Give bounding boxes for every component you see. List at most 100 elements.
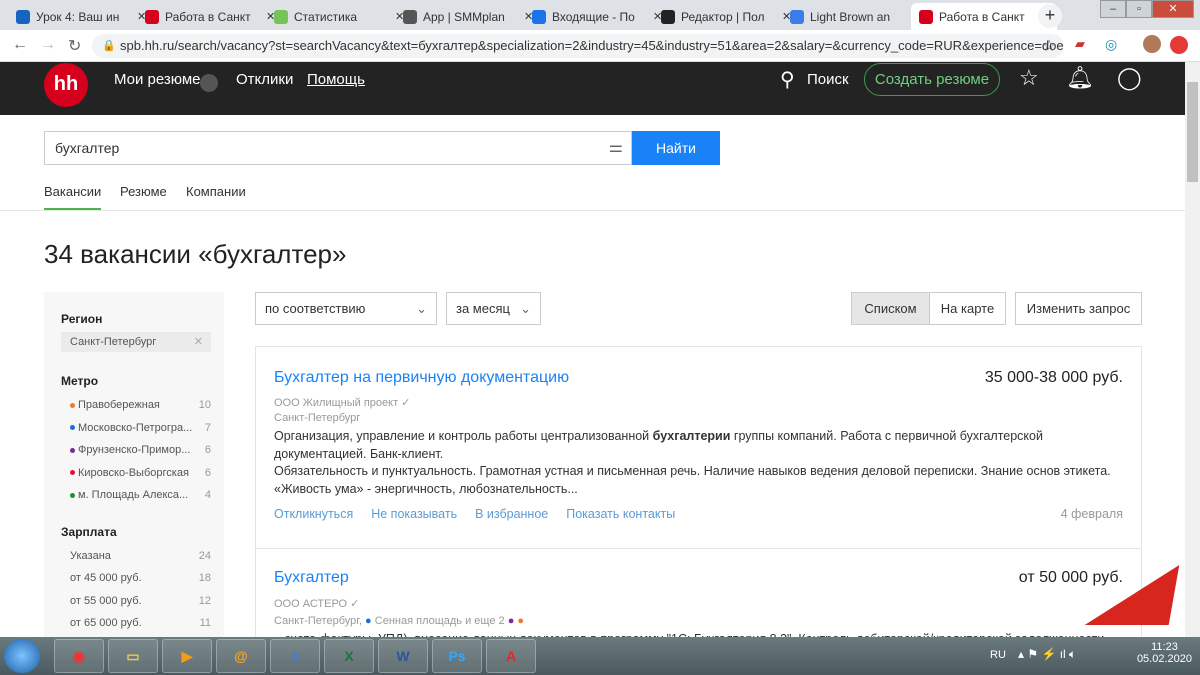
minimize-button[interactable]: – [1100,0,1126,18]
clock[interactable]: 11:23 05.02.2020 [1137,641,1192,665]
profile-icon[interactable]: ◯ [1117,65,1142,91]
company-text: ООО АСТЕРО [274,598,348,610]
language-indicator[interactable]: RU [990,649,1006,661]
chrome-taskbar-icon[interactable]: ◉ [54,639,104,673]
browser-tab[interactable]: Редактор | Пол ✕ [653,3,799,30]
bookmark-star-icon[interactable]: ☆ [1042,36,1056,56]
tab-title: Урок 4: Ваш ин [36,9,120,24]
tray-icons[interactable]: ▴ ⚑ ⚡ ıl 🔈︎ [1018,647,1076,662]
vacancy-title[interactable]: Бухгалтер на первичную документацию [274,369,569,387]
back-icon[interactable]: ← [12,36,28,54]
chevron-down-icon: ⌄ [416,301,427,316]
favicon-icon [919,9,933,24]
tab-title: Light Brown an [810,9,891,24]
hide-link[interactable]: Не показывать [371,507,457,521]
page-title: 34 вакансии «бухгалтер» [44,239,347,269]
reload-icon[interactable]: ↻ [68,36,81,56]
excel-taskbar-icon[interactable]: X [324,639,374,673]
metro-line-dot [70,470,75,476]
metro-filter-item[interactable]: Кировско-Выборгская 6 [61,462,211,485]
favicon-icon [661,9,675,24]
photoshop-taskbar-icon[interactable]: Ps [432,639,482,673]
site-header: hh Мои резюме Отклики Помощь ⚲ Поиск Соз… [0,62,1185,115]
respond-link[interactable]: Откликнуться [274,507,353,521]
browser-tab[interactable]: Работа в Санкт✕ [137,3,283,30]
dictionary-taskbar-icon[interactable]: A [270,639,320,673]
maximize-button[interactable]: ▫ [1126,0,1152,18]
region-chip[interactable]: Санкт-Петербург ✕ [61,332,211,352]
new-tab-button[interactable]: + [1038,4,1062,28]
search-link[interactable]: Поиск [807,71,849,88]
salary-filter-item[interactable]: Указана 24 [61,545,211,568]
metro-filter-item[interactable]: м. Площадь Алекса... 4 [61,484,211,507]
salary-filter-item[interactable]: от 55 000 руб. 12 [61,590,211,613]
forward-icon[interactable]: → [40,36,56,54]
salary-filter-item[interactable]: от 65 000 руб. 11 [61,612,211,635]
lock-icon: 🔒 [102,40,116,52]
notifications-bell-icon[interactable]: 🔔︎ [1066,65,1094,91]
windows-taskbar: ◉ ▭ ▶ @ A X W Ps A RU ▴ ⚑ ⚡ ıl 🔈︎ 11:23 0… [0,637,1200,675]
divider [0,210,1185,211]
my-resumes-link[interactable]: Мои резюме [114,71,201,88]
period-select[interactable]: за месяц ⌄ [446,292,541,325]
metro-filter-item[interactable]: Правобережная 10 [61,394,211,417]
remove-region-icon[interactable]: ✕ [194,332,203,352]
sort-select[interactable]: по соответствию ⌄ [255,292,437,325]
metro-filter-item[interactable]: Фрунзенско-Примор... 6 [61,439,211,462]
acrobat-taskbar-icon[interactable]: A [486,639,536,673]
explorer-taskbar-icon[interactable]: ▭ [108,639,158,673]
metro-line-dot [70,492,75,498]
hh-logo[interactable]: hh [44,63,88,107]
salary-filter-item[interactable]: от 45 000 руб. 18 [61,567,211,590]
extension-icon[interactable]: ◎ [1105,36,1117,53]
page-scrollbar[interactable] [1185,62,1200,637]
browser-tab[interactable]: Работа в Санкт✕ [911,3,1058,30]
region-label: Регион [61,312,103,326]
map-view-button[interactable]: На карте [929,292,1006,325]
scrollbar-thumb[interactable] [1187,82,1198,182]
favorite-link[interactable]: В избранное [475,507,548,521]
favorites-star-icon[interactable]: ☆ [1019,65,1039,91]
tab-resumes[interactable]: Резюме [120,184,167,199]
update-icon[interactable] [1170,36,1188,54]
vacancy-salary: 35 000-38 000 руб. [984,369,1123,386]
close-window-button[interactable]: ✕ [1152,0,1194,18]
tab-title: Входящие - По [552,9,635,24]
create-resume-button[interactable]: Создать резюме [864,63,1000,96]
filters-icon[interactable]: ⚌ [609,132,623,164]
company-name[interactable]: ООО Жилищный проект ✓ [274,396,410,409]
find-button[interactable]: Найти [632,131,720,165]
search-value: бухгалтер [55,140,120,156]
favicon-icon [403,9,417,24]
favicon-icon [274,9,288,24]
vacancy-card: Бухгалтер на первичную документацию 35 0… [255,346,1142,549]
search-icon[interactable]: ⚲ [780,67,795,92]
pdf-extension-icon[interactable]: ▰ [1075,36,1085,52]
mail-taskbar-icon[interactable]: @ [216,639,266,673]
browser-tab[interactable]: App | SMMplan ✕ [395,3,541,30]
media-taskbar-icon[interactable]: ▶ [162,639,212,673]
metro-filter-item[interactable]: Московско-Петрогра... 7 [61,417,211,440]
show-contacts-link[interactable]: Показать контакты [566,507,675,521]
company-name[interactable]: ООО АСТЕРО ✓ [274,597,359,610]
responses-link[interactable]: Отклики [236,71,293,88]
browser-tab[interactable]: Урок 4: Ваш ин ✕ [8,3,154,30]
search-input[interactable]: бухгалтер ⚌ [44,131,632,165]
region-value: Санкт-Петербург [70,336,157,348]
browser-tab[interactable]: Статистика ✕ [266,3,412,30]
start-button[interactable] [4,639,40,673]
tab-companies[interactable]: Компании [186,184,246,199]
word-taskbar-icon[interactable]: W [378,639,428,673]
url-field[interactable]: 🔒 spb.hh.ru/search/vacancy?st=searchVacan… [92,34,1064,58]
profile-avatar[interactable] [1143,35,1161,53]
browser-tab[interactable]: Light Brown an✕ [782,3,928,30]
change-query-button[interactable]: Изменить запрос [1015,292,1142,325]
vacancy-date: 4 февраля [1060,507,1123,521]
resumes-badge [200,74,218,92]
help-link[interactable]: Помощь [307,71,365,88]
tab-vacancies[interactable]: Вакансии [44,184,102,211]
browser-tab[interactable]: Входящие - По ✕ [524,3,670,30]
list-view-button[interactable]: Списком [851,292,930,325]
metro-line-dot [70,447,75,453]
vacancy-title[interactable]: Бухгалтер [274,569,349,587]
